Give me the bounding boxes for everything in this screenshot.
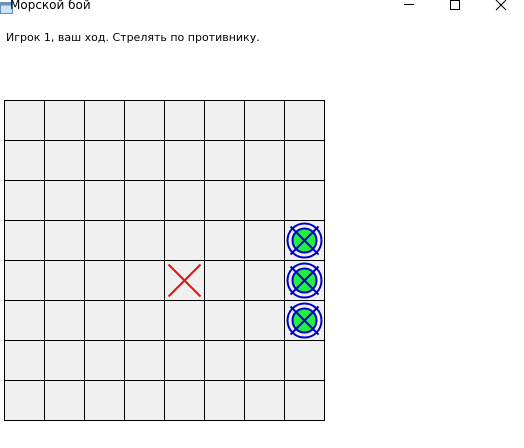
board-cell[interactable]	[84, 180, 125, 221]
board-cell[interactable]	[164, 380, 205, 421]
board-cell[interactable]	[204, 300, 245, 341]
board-cell[interactable]	[44, 340, 85, 381]
board-cell[interactable]	[164, 300, 205, 341]
board-cell[interactable]	[124, 340, 165, 381]
board-cell[interactable]	[124, 220, 165, 261]
board-cell[interactable]	[124, 260, 165, 301]
board-cell[interactable]	[44, 220, 85, 261]
board-grid	[4, 100, 325, 421]
board-cell[interactable]	[204, 140, 245, 181]
status-message: Игрок 1, ваш ход. Стрелять по противнику…	[6, 31, 260, 44]
board-cell[interactable]	[244, 180, 285, 221]
board-cell[interactable]	[204, 180, 245, 221]
board-cell[interactable]	[244, 140, 285, 181]
board-cell[interactable]	[4, 340, 45, 381]
board-cell[interactable]	[4, 300, 45, 341]
minimize-button[interactable]	[386, 0, 432, 16]
board-cell[interactable]	[84, 380, 125, 421]
close-icon	[495, 0, 507, 12]
minimize-icon	[403, 0, 415, 12]
board-cell[interactable]	[244, 300, 285, 341]
board-cell[interactable]	[44, 300, 85, 341]
board-cell[interactable]	[204, 220, 245, 261]
board-cell[interactable]	[244, 260, 285, 301]
board-cell[interactable]	[164, 180, 205, 221]
hit-marker	[286, 302, 323, 339]
board-cell[interactable]	[84, 220, 125, 261]
board-cell[interactable]	[84, 260, 125, 301]
board-cell[interactable]	[4, 260, 45, 301]
board-cell[interactable]	[204, 340, 245, 381]
title-bar: Морской бой	[0, 0, 524, 16]
board-cell[interactable]	[284, 100, 325, 141]
hit-marker	[286, 222, 323, 259]
board-cell[interactable]	[124, 380, 165, 421]
board-cell[interactable]	[44, 380, 85, 421]
board-cell[interactable]	[244, 340, 285, 381]
hit-marker	[286, 262, 323, 299]
board-cell[interactable]	[204, 100, 245, 141]
maximize-button[interactable]	[432, 0, 478, 16]
board-cell[interactable]	[124, 140, 165, 181]
maximize-icon	[449, 0, 461, 12]
board-cell[interactable]	[164, 340, 205, 381]
board-cell[interactable]	[44, 260, 85, 301]
board-cell[interactable]	[284, 340, 325, 381]
board-cell[interactable]	[244, 100, 285, 141]
board-cell[interactable]	[164, 140, 205, 181]
board-cell[interactable]	[164, 220, 205, 261]
board-cell[interactable]	[284, 140, 325, 181]
board-cell[interactable]	[4, 140, 45, 181]
board-cell[interactable]	[124, 100, 165, 141]
board-cell[interactable]	[164, 100, 205, 141]
game-board	[4, 100, 325, 421]
window-title: Морской бой	[10, 0, 91, 12]
board-cell[interactable]	[84, 100, 125, 141]
board-cell[interactable]	[84, 300, 125, 341]
board-cell[interactable]	[244, 220, 285, 261]
board-cell[interactable]	[284, 380, 325, 421]
board-cell[interactable]	[84, 340, 125, 381]
board-cell[interactable]	[204, 260, 245, 301]
board-cell[interactable]	[4, 380, 45, 421]
board-cell[interactable]	[124, 180, 165, 221]
board-cell[interactable]	[44, 180, 85, 221]
board-cell[interactable]	[4, 100, 45, 141]
board-cell[interactable]	[44, 140, 85, 181]
board-cell[interactable]	[124, 300, 165, 341]
board-cell[interactable]	[4, 180, 45, 221]
board-cell[interactable]	[204, 380, 245, 421]
close-button[interactable]	[478, 0, 524, 16]
board-cell[interactable]	[244, 380, 285, 421]
board-cell[interactable]	[44, 100, 85, 141]
board-cell[interactable]	[84, 140, 125, 181]
board-cell[interactable]	[4, 220, 45, 261]
board-cell[interactable]	[284, 180, 325, 221]
